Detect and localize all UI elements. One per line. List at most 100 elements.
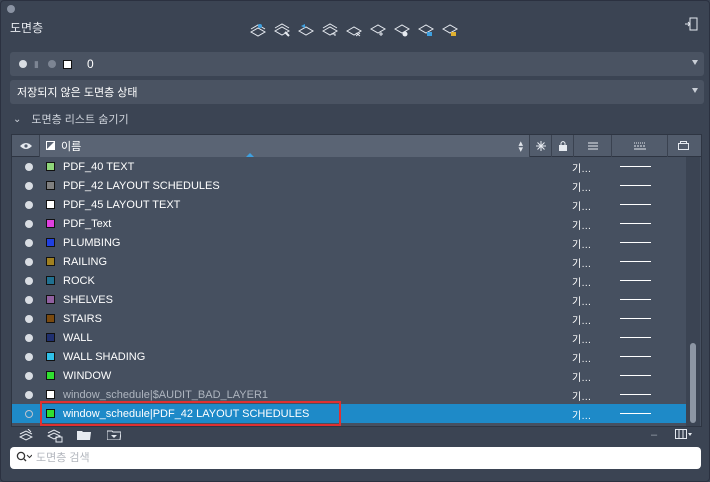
minus-icon[interactable]: – bbox=[651, 429, 667, 443]
layer-color-swatch[interactable] bbox=[46, 409, 55, 418]
visibility-toggle[interactable] bbox=[12, 238, 46, 247]
layer-lock-icon[interactable] bbox=[417, 21, 435, 39]
layer-lineweight[interactable] bbox=[620, 413, 651, 414]
layer-linetype[interactable]: 기… bbox=[572, 160, 591, 175]
layer-state-dropdown[interactable]: 저장되지 않은 도면층 상태 bbox=[10, 80, 704, 104]
layer-lineweight[interactable] bbox=[620, 375, 651, 376]
plot-column-icon[interactable] bbox=[668, 135, 698, 157]
layer-row[interactable]: RAILING 기… bbox=[12, 252, 686, 271]
layer-linetype[interactable]: 기… bbox=[572, 236, 591, 251]
layer-row[interactable]: SHELVES 기… bbox=[12, 290, 686, 309]
layer-linetype[interactable]: 기… bbox=[572, 198, 591, 213]
new-layer-icon[interactable] bbox=[18, 428, 35, 443]
visibility-toggle[interactable] bbox=[12, 295, 46, 304]
visibility-toggle[interactable] bbox=[12, 257, 46, 266]
search-input[interactable] bbox=[36, 452, 636, 464]
layer-properties-icon[interactable] bbox=[249, 21, 267, 39]
layer-linetype[interactable]: 기… bbox=[572, 217, 591, 232]
layer-row[interactable]: STAIRS 기… bbox=[12, 309, 686, 328]
lineweight-column-icon[interactable] bbox=[612, 134, 668, 157]
layer-row[interactable]: PDF_42 LAYOUT SCHEDULES 기… bbox=[12, 176, 686, 195]
layer-row[interactable]: window_schedule|PDF_42 LAYOUT SCHEDULES 기… bbox=[12, 404, 686, 423]
layer-color-swatch[interactable] bbox=[46, 219, 55, 228]
layer-linetype[interactable]: 기… bbox=[572, 255, 591, 270]
layer-linetype[interactable]: 기… bbox=[572, 179, 591, 194]
layer-row[interactable]: PLUMBING 기… bbox=[12, 233, 686, 252]
new-layer-vp-frozen-icon[interactable] bbox=[46, 429, 63, 443]
visibility-toggle[interactable] bbox=[12, 333, 46, 342]
visibility-toggle[interactable] bbox=[12, 409, 46, 418]
layer-lineweight[interactable] bbox=[620, 166, 651, 167]
visibility-toggle[interactable] bbox=[12, 219, 46, 228]
layer-row[interactable]: WALL SHADING 기… bbox=[12, 347, 686, 366]
current-layer-dropdown[interactable]: ▮ 0 bbox=[10, 52, 704, 76]
visibility-toggle[interactable] bbox=[12, 276, 46, 285]
layer-linetype[interactable]: 기… bbox=[572, 407, 591, 422]
layer-lineweight[interactable] bbox=[620, 223, 651, 224]
visibility-toggle[interactable] bbox=[12, 314, 46, 323]
visibility-toggle[interactable] bbox=[12, 352, 46, 361]
layer-linetype[interactable]: 기… bbox=[572, 312, 591, 327]
layer-linetype[interactable]: 기… bbox=[572, 388, 591, 403]
layer-lineweight[interactable] bbox=[620, 356, 651, 357]
eye-icon[interactable] bbox=[12, 134, 40, 157]
layer-color-swatch[interactable] bbox=[46, 257, 55, 266]
layer-color-swatch[interactable] bbox=[46, 371, 55, 380]
layer-row[interactable]: WALL 기… bbox=[12, 328, 686, 347]
layer-lineweight[interactable] bbox=[620, 204, 651, 205]
layer-lineweight[interactable] bbox=[620, 394, 651, 395]
layer-color-swatch[interactable] bbox=[46, 314, 55, 323]
visibility-toggle[interactable] bbox=[12, 371, 46, 380]
layer-filter-icon[interactable] bbox=[106, 429, 123, 443]
close-dot[interactable] bbox=[7, 5, 15, 13]
layer-row[interactable]: PDF_40 TEXT 기… bbox=[12, 157, 686, 176]
visibility-toggle[interactable] bbox=[12, 181, 46, 190]
linetype-column-icon[interactable] bbox=[574, 134, 612, 157]
dock-panel-icon[interactable] bbox=[684, 17, 700, 33]
layer-linetype[interactable]: 기… bbox=[572, 350, 591, 365]
layer-previous-icon[interactable] bbox=[297, 21, 315, 39]
layer-linetype[interactable]: 기… bbox=[572, 369, 591, 384]
visibility-toggle[interactable] bbox=[12, 390, 46, 399]
layer-color-swatch[interactable] bbox=[46, 352, 55, 361]
layer-linetype[interactable]: 기… bbox=[572, 293, 591, 308]
layer-row[interactable]: WINDOW 기… bbox=[12, 366, 686, 385]
layer-freeze-icon[interactable] bbox=[369, 21, 387, 39]
vertical-scrollbar[interactable] bbox=[686, 157, 700, 426]
lock-column-icon[interactable] bbox=[552, 134, 574, 157]
layer-color-swatch[interactable] bbox=[46, 200, 55, 209]
layer-lineweight[interactable] bbox=[620, 242, 651, 243]
layer-unlock-icon[interactable] bbox=[441, 21, 459, 39]
layer-lineweight[interactable] bbox=[620, 299, 651, 300]
layer-lineweight[interactable] bbox=[620, 318, 651, 319]
visibility-toggle[interactable] bbox=[12, 162, 46, 171]
layer-lineweight[interactable] bbox=[620, 280, 651, 281]
layer-color-swatch[interactable] bbox=[46, 181, 55, 190]
layer-color-swatch[interactable] bbox=[46, 238, 55, 247]
layer-color-swatch[interactable] bbox=[46, 162, 55, 171]
layer-color-swatch[interactable] bbox=[46, 276, 55, 285]
column-options-icon[interactable] bbox=[675, 429, 695, 443]
layer-linetype[interactable]: 기… bbox=[572, 331, 591, 346]
layer-off-icon[interactable] bbox=[393, 21, 411, 39]
collapse-toggle[interactable]: ⌄ 도면층 리스트 숨기기 bbox=[13, 111, 129, 127]
layer-color-swatch[interactable] bbox=[46, 390, 55, 399]
scroll-thumb[interactable] bbox=[690, 343, 696, 423]
visibility-toggle[interactable] bbox=[12, 200, 46, 209]
layer-linetype[interactable]: 기… bbox=[572, 274, 591, 289]
column-header-name[interactable]: 이름 ▴ ▾ bbox=[40, 134, 530, 157]
layer-color-swatch[interactable] bbox=[46, 333, 55, 342]
freeze-column-icon[interactable] bbox=[530, 134, 552, 157]
layer-lineweight[interactable] bbox=[620, 337, 651, 338]
layer-lineweight[interactable] bbox=[620, 261, 651, 262]
layer-unisolate-icon[interactable] bbox=[345, 21, 363, 39]
layer-color-swatch[interactable] bbox=[46, 295, 55, 304]
layer-row[interactable]: PDF_Text 기… bbox=[12, 214, 686, 233]
layer-match-icon[interactable] bbox=[273, 21, 291, 39]
layer-row[interactable]: ROCK 기… bbox=[12, 271, 686, 290]
layer-row[interactable]: PDF_45 LAYOUT TEXT 기… bbox=[12, 195, 686, 214]
layer-isolate-icon[interactable] bbox=[321, 21, 339, 39]
layer-states-icon[interactable] bbox=[77, 429, 93, 443]
layer-lineweight[interactable] bbox=[620, 185, 651, 186]
layer-row[interactable]: window_schedule|$AUDIT_BAD_LAYER1 기… bbox=[12, 385, 686, 404]
